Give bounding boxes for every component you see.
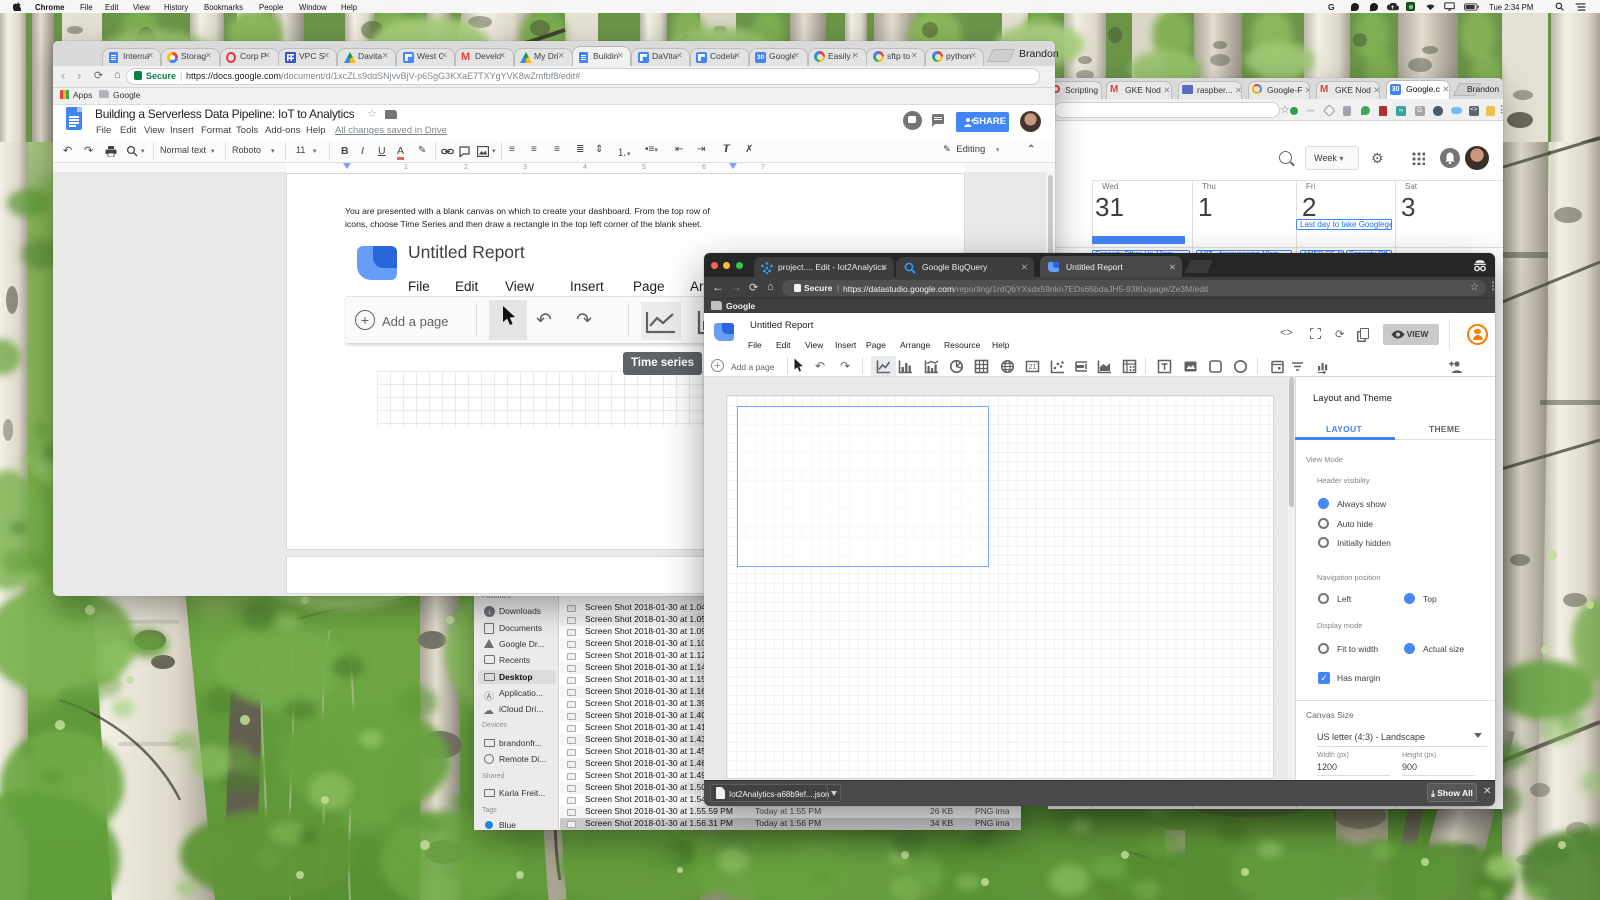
svg-text:21: 21	[1029, 364, 1037, 371]
